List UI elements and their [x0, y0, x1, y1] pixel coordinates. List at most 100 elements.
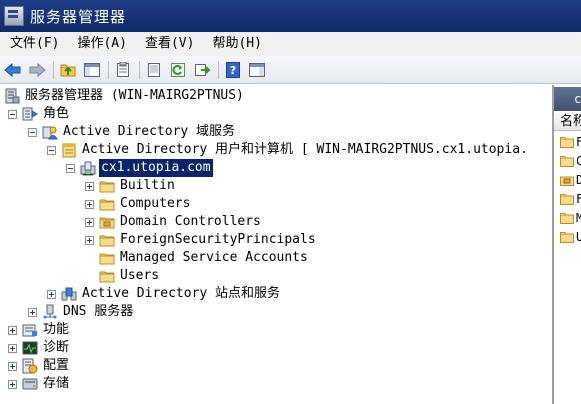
tree-label: Builtin: [120, 178, 175, 193]
tree-label: Computers: [120, 196, 191, 211]
tree-node-domain[interactable]: cx1.utopia.com: [66, 158, 214, 178]
tree-node-ou[interactable]: Builtin: [85, 177, 177, 195]
list-item[interactable]: F: [560, 190, 581, 208]
properties-icon[interactable]: [112, 59, 134, 81]
show-hide-tree-icon[interactable]: [81, 59, 103, 81]
results-pane[interactable]: c 名称 F C D F M U: [553, 85, 581, 404]
expand-toggle[interactable]: [8, 361, 17, 371]
forward-icon[interactable]: [26, 59, 48, 81]
run-icon[interactable]: [191, 59, 213, 81]
tree-node-dns[interactable]: DNS 服务器: [28, 303, 135, 321]
tree-node-server-manager[interactable]: 服务器管理器 (WIN-MAIRG2PTNUS): [4, 87, 246, 105]
tree-node-storage[interactable]: 存储: [8, 375, 71, 393]
menu-view[interactable]: 查看(V): [135, 32, 202, 56]
tree-node-roles[interactable]: 角色: [8, 105, 71, 123]
collapse-toggle[interactable]: [66, 163, 75, 173]
console-tree-icon[interactable]: [246, 59, 268, 81]
folder-icon: [560, 193, 574, 205]
tree-label: Domain Controllers: [120, 214, 261, 229]
column-header-name[interactable]: 名称: [554, 113, 581, 131]
list-item[interactable]: C: [560, 152, 581, 170]
menu-action[interactable]: 操作(A): [67, 32, 134, 56]
list-item-label: F: [576, 135, 581, 149]
folder-icon: [560, 231, 574, 243]
expand-toggle[interactable]: [47, 289, 56, 299]
ad-sites-icon: [61, 286, 77, 302]
folder-icon: [560, 212, 574, 224]
tree-label: Active Directory 域服务: [63, 124, 236, 139]
menu-bar: 文件(F) 操作(A) 查看(V) 帮助(H): [0, 32, 581, 56]
server-manager-icon: [4, 88, 20, 104]
window-title: 服务器管理器: [30, 7, 127, 26]
list-item-label: D: [576, 173, 581, 187]
folder-icon: [99, 250, 115, 266]
tree-label: 存储: [43, 376, 70, 391]
toolbar-separator: [218, 60, 219, 79]
up-folder-icon[interactable]: [57, 59, 79, 81]
list-item[interactable]: M: [560, 209, 581, 227]
configuration-icon: [22, 358, 38, 374]
tree-node-ou[interactable]: Users: [85, 267, 161, 285]
tree-node-ou[interactable]: Domain Controllers: [85, 213, 263, 231]
expand-toggle[interactable]: [8, 343, 17, 353]
toolbar-separator: [53, 60, 54, 79]
tree-label: Active Directory 用户和计算机 [ WIN-MAIRG2PTNU…: [82, 142, 528, 157]
collapse-toggle[interactable]: [47, 145, 56, 155]
features-icon: [22, 322, 38, 338]
folder-icon: [99, 268, 115, 284]
tree-node-ou[interactable]: Computers: [85, 195, 192, 213]
tree-node-ad-users-computers[interactable]: Active Directory 用户和计算机 [ WIN-MAIRG2PTNU…: [47, 141, 530, 159]
expand-toggle[interactable]: [28, 307, 37, 317]
list-item[interactable]: U: [560, 228, 581, 246]
collapse-toggle[interactable]: [8, 109, 17, 119]
expand-toggle[interactable]: [85, 199, 94, 209]
tree-label: DNS 服务器: [63, 304, 134, 319]
dns-server-icon: [42, 304, 58, 320]
list-item-label: M: [576, 211, 581, 225]
tree-label: ForeignSecurityPrincipals: [120, 232, 316, 247]
console-tree[interactable]: 服务器管理器 (WIN-MAIRG2PTNUS) 角色 Active Direc…: [0, 85, 553, 404]
server-manager-icon: [4, 6, 24, 26]
menu-help[interactable]: 帮助(H): [202, 32, 269, 56]
refresh-icon[interactable]: [167, 59, 189, 81]
menu-file[interactable]: 文件(F): [0, 32, 67, 56]
collapse-toggle[interactable]: [28, 127, 37, 137]
list-item[interactable]: D: [560, 171, 581, 189]
tree-label: 功能: [43, 322, 70, 337]
expand-toggle[interactable]: [85, 235, 94, 245]
svg-text:?: ?: [230, 64, 236, 77]
tree-node-ou[interactable]: Managed Service Accounts: [85, 249, 310, 267]
toolbar-separator: [108, 60, 109, 79]
ad-domain-services-icon: [42, 124, 58, 140]
list-item[interactable]: F: [560, 133, 581, 151]
tree-node-diagnostics[interactable]: 诊断: [8, 339, 71, 357]
help-icon[interactable]: ?: [222, 59, 244, 81]
back-icon[interactable]: [2, 59, 24, 81]
tree-node-ad-ds[interactable]: Active Directory 域服务: [28, 123, 237, 141]
organizational-unit-icon: [99, 214, 115, 230]
results-pane-header: c: [554, 87, 581, 111]
tree-label: 诊断: [43, 340, 70, 355]
tree-node-configuration[interactable]: 配置: [8, 357, 71, 375]
expand-toggle[interactable]: [85, 181, 94, 191]
expand-toggle[interactable]: [8, 325, 17, 335]
tree-label: 角色: [43, 106, 70, 121]
folder-icon: [560, 136, 574, 148]
list-item-label: U: [576, 230, 581, 244]
folder-icon: [99, 196, 115, 212]
tree-node-ou[interactable]: ForeignSecurityPrincipals: [85, 231, 318, 249]
roles-icon: [22, 106, 38, 122]
tree-node-features[interactable]: 功能: [8, 321, 71, 339]
organizational-unit-icon: [560, 175, 574, 186]
expand-toggle[interactable]: [85, 217, 94, 227]
export-list-icon[interactable]: [143, 59, 165, 81]
title-bar[interactable]: 服务器管理器: [0, 0, 581, 32]
folder-icon: [99, 178, 115, 194]
tree-node-ad-sites[interactable]: Active Directory 站点和服务: [47, 285, 282, 303]
toolbar: ?: [0, 56, 581, 84]
expand-toggle[interactable]: [8, 379, 17, 389]
folder-icon: [560, 155, 574, 167]
tree-label: Active Directory 站点和服务: [82, 286, 281, 301]
domain-icon: [80, 160, 96, 176]
tree-label-selected: cx1.utopia.com: [98, 158, 214, 178]
